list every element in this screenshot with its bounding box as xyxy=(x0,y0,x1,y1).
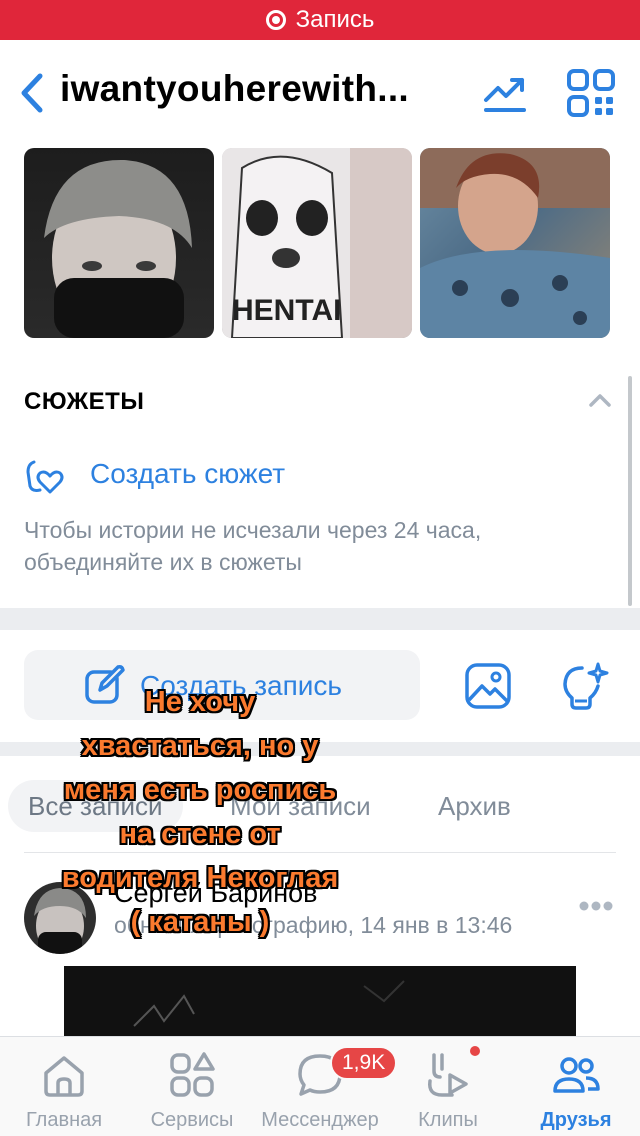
portrait-image xyxy=(420,148,610,338)
caption-line: на стене от xyxy=(119,818,281,850)
caption-line: водителя Некоглая xyxy=(61,862,339,894)
filter-archive[interactable]: Архив xyxy=(418,780,531,832)
messenger-unread-badge: 1,9K xyxy=(330,1046,398,1080)
caption-line: Не хочу xyxy=(144,686,256,718)
nav-bar: iwantyouherewith... xyxy=(0,40,640,146)
recording-label: Запись xyxy=(295,6,375,33)
tab-services-label: Сервисы xyxy=(150,1109,234,1131)
shirt-text: HENTAI xyxy=(232,294,341,327)
caption-line: ( катаны ) xyxy=(130,906,270,938)
lightbulb-sparkle-icon[interactable] xyxy=(558,660,610,712)
bottom-tab-bar: Главная Сервисы Мессенджер Клипы Друзья xyxy=(0,1036,640,1136)
tab-friends-label: Друзья xyxy=(540,1109,612,1131)
photo-thumbnail[interactable]: HENTAI xyxy=(222,148,412,338)
caption-line: меня есть роспись xyxy=(63,774,337,806)
more-options-icon[interactable] xyxy=(578,900,614,912)
section-title-stories: СЮЖЕТЫ xyxy=(24,388,145,415)
statistics-icon[interactable] xyxy=(482,70,528,114)
portrait-image xyxy=(44,159,192,338)
stories-hint: Чтобы истории не исчезали через 24 часа,… xyxy=(24,517,482,575)
page-title: iwantyouherewith... xyxy=(60,68,410,109)
tab-home-label: Главная xyxy=(25,1109,103,1131)
image-icon[interactable] xyxy=(464,662,512,710)
photo-thumbnail[interactable] xyxy=(420,148,610,338)
back-chevron-icon[interactable] xyxy=(14,70,50,116)
caption-line: хвастаться, но у xyxy=(81,730,319,762)
tab-services[interactable]: Сервисы xyxy=(128,1037,256,1136)
qr-code-icon[interactable] xyxy=(566,68,616,118)
story-heart-icon[interactable] xyxy=(24,456,64,496)
chevron-up-icon[interactable] xyxy=(588,392,612,408)
scrollbar[interactable] xyxy=(628,376,632,606)
section-separator xyxy=(0,608,640,630)
tab-home[interactable]: Главная xyxy=(0,1037,128,1136)
friends-icon xyxy=(553,1057,600,1093)
clips-icon xyxy=(428,1053,468,1097)
post-photo xyxy=(133,980,405,1027)
home-icon xyxy=(44,1056,84,1097)
tab-messenger-label: Мессенджер xyxy=(261,1109,379,1131)
record-icon xyxy=(265,10,286,30)
create-story-link[interactable]: Создать сюжет xyxy=(90,458,285,490)
video-caption-overlay: Не хочу хвастаться, но у меня есть роспи… xyxy=(0,680,400,944)
clips-notification-dot xyxy=(470,1046,480,1056)
tab-clips[interactable]: Клипы xyxy=(384,1037,512,1136)
recording-indicator: Запись xyxy=(0,0,640,40)
anime-shirt-image: HENTAI xyxy=(222,148,412,338)
tab-friends[interactable]: Друзья xyxy=(512,1037,640,1136)
photo-thumbnail[interactable] xyxy=(24,148,214,338)
services-icon xyxy=(170,1052,215,1097)
tab-clips-label: Клипы xyxy=(418,1109,478,1131)
